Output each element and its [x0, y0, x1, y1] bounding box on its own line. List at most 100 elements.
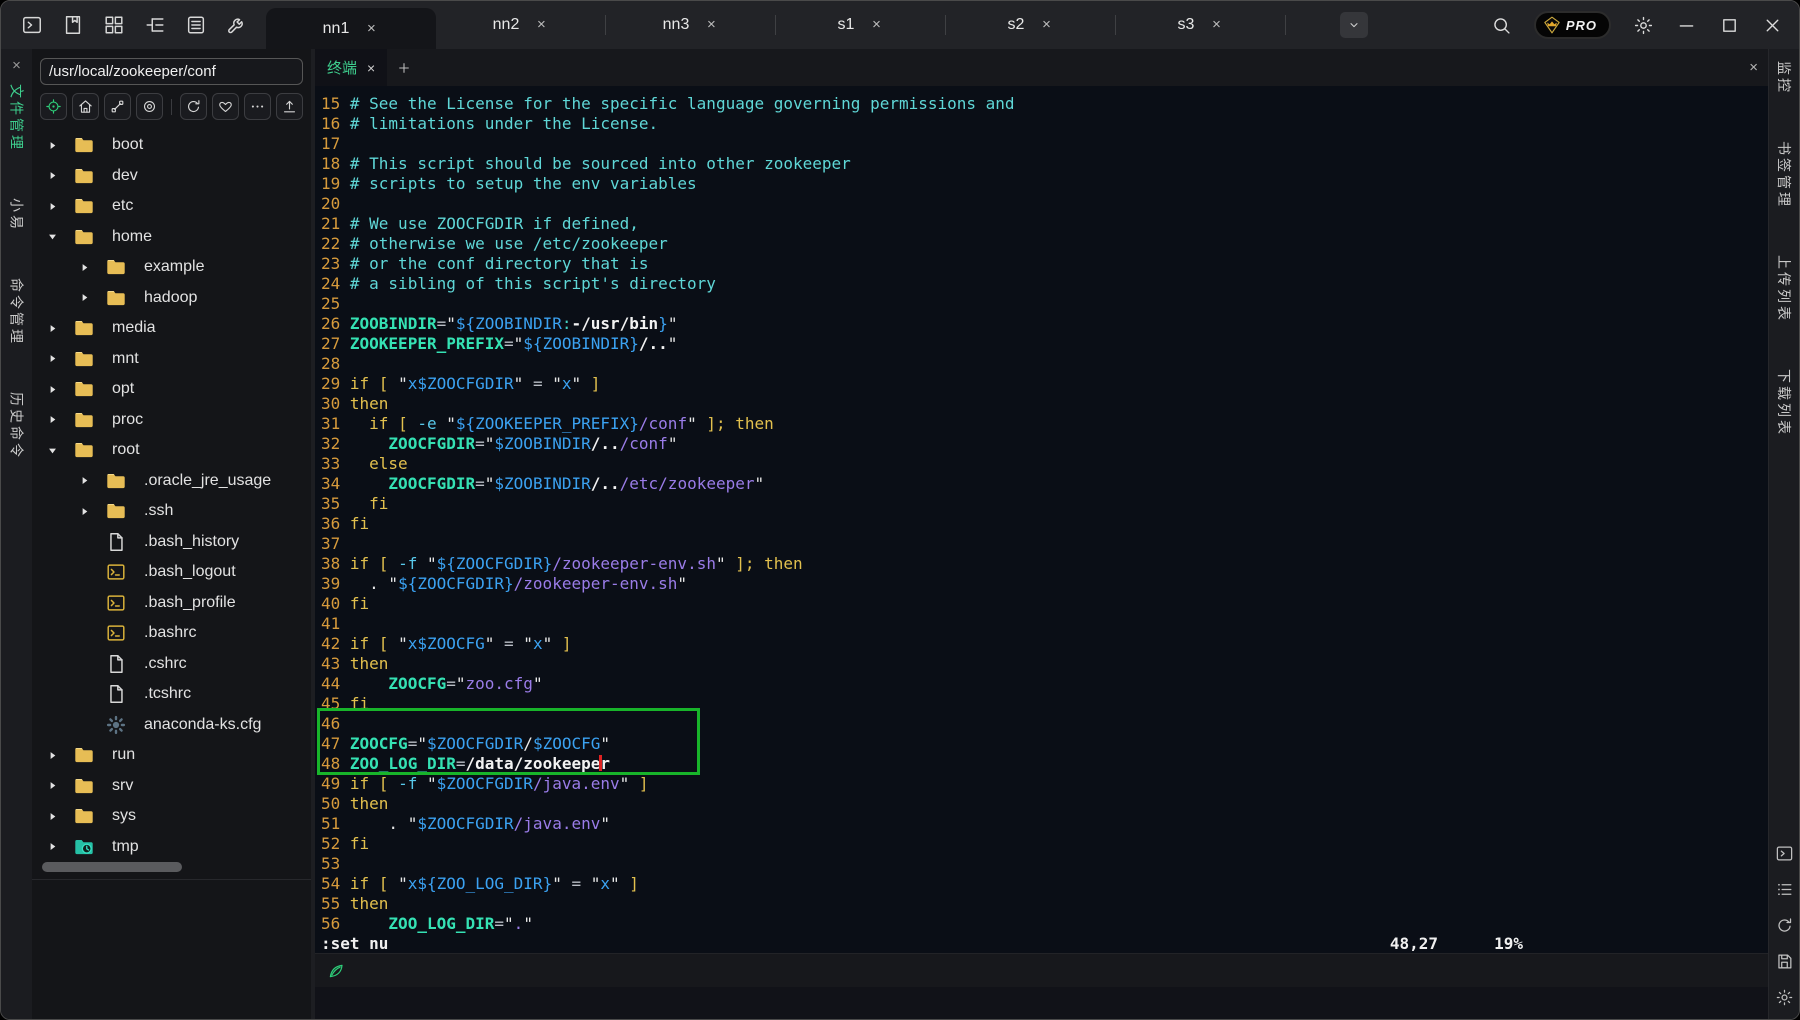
path-input[interactable] [40, 58, 303, 85]
tree-item-.bash_logout[interactable]: .bash_logout [32, 557, 311, 588]
new-terminal-button[interactable] [387, 49, 421, 86]
line-number: 48 [321, 754, 340, 774]
connect-button[interactable] [104, 93, 131, 120]
tree-item-media[interactable]: media [32, 313, 311, 344]
heart-button[interactable] [212, 93, 239, 120]
servers-icon[interactable] [185, 14, 207, 36]
tree-item-mnt[interactable]: mnt [32, 344, 311, 375]
more-button[interactable] [244, 93, 271, 120]
chevron-collapsed-icon[interactable] [45, 351, 60, 366]
topology-icon[interactable] [144, 14, 166, 36]
tree-item-root[interactable]: root [32, 435, 311, 466]
terminal-tab[interactable]: 终端 × [315, 49, 387, 86]
wrench-icon[interactable] [226, 14, 248, 36]
chevron-collapsed-icon[interactable] [45, 321, 60, 336]
panel-close-icon[interactable]: × [12, 57, 21, 74]
chevron-collapsed-icon[interactable] [77, 504, 92, 519]
code-line-35: 35 fi [321, 494, 1768, 514]
tree-item-hadoop[interactable]: hadoop [32, 283, 311, 314]
maximize-button[interactable] [1719, 15, 1740, 36]
chevron-expanded-icon[interactable] [45, 229, 60, 244]
session-tab-close-icon[interactable]: × [703, 17, 719, 33]
tree-item-example[interactable]: example [32, 252, 311, 283]
left-rail-tab[interactable]: 命令管理 [7, 278, 27, 346]
tree-item-sys[interactable]: sys [32, 801, 311, 832]
chevron-collapsed-icon[interactable] [45, 748, 60, 763]
code-line-24: 24# a sibling of this script's directory [321, 274, 1768, 294]
session-tab-close-icon[interactable]: × [1208, 17, 1224, 33]
tree-item-tmp[interactable]: tmp [32, 832, 311, 860]
bookmark-icon[interactable] [62, 14, 84, 36]
locate-button[interactable] [40, 93, 67, 120]
chevron-collapsed-icon[interactable] [45, 839, 60, 854]
chevron-collapsed-icon[interactable] [45, 382, 60, 397]
terminal-area-close-icon[interactable]: × [1749, 59, 1758, 76]
tab-overflow-button[interactable] [1340, 12, 1368, 38]
tree-item-home[interactable]: home [32, 222, 311, 253]
right-rail-tab[interactable]: 书签管理 [1774, 141, 1794, 209]
left-rail-tab[interactable]: 历史命令 [7, 392, 27, 460]
refresh-icon[interactable] [1775, 916, 1794, 935]
gear-icon[interactable] [1775, 988, 1794, 1007]
session-tab-close-icon[interactable]: × [363, 21, 379, 37]
tree-item-opt[interactable]: opt [32, 374, 311, 405]
tree-item-boot[interactable]: boot [32, 130, 311, 161]
tree-item-run[interactable]: run [32, 740, 311, 771]
chevron-collapsed-icon[interactable] [45, 778, 60, 793]
right-rail-tab[interactable]: 上传列表 [1774, 255, 1794, 323]
left-rail-tab[interactable]: 小易 [7, 198, 27, 232]
tree-item-.tcshrc[interactable]: .tcshrc [32, 679, 311, 710]
session-tab-close-icon[interactable]: × [1038, 17, 1054, 33]
tree-item-anaconda-ks.cfg[interactable]: anaconda-ks.cfg [32, 710, 311, 741]
tree-item-.ssh[interactable]: .ssh [32, 496, 311, 527]
session-tab-s3[interactable]: s3× [1116, 1, 1286, 49]
save-icon[interactable] [1775, 952, 1794, 971]
terminal-icon[interactable] [1775, 844, 1794, 863]
tree-item-srv[interactable]: srv [32, 771, 311, 802]
chevron-collapsed-icon[interactable] [45, 809, 60, 824]
settings-gear-icon[interactable] [1633, 15, 1654, 36]
close-window-button[interactable] [1762, 15, 1783, 36]
right-rail-tab[interactable]: 监控 [1774, 61, 1794, 95]
chevron-collapsed-icon[interactable] [77, 260, 92, 275]
scrollbar-thumb[interactable] [42, 862, 182, 872]
chevron-collapsed-icon[interactable] [45, 199, 60, 214]
left-rail-tab[interactable]: 文件管理 [7, 84, 27, 152]
terminal-tab-close-icon[interactable]: × [367, 60, 375, 76]
session-tab-nn3[interactable]: nn3× [606, 1, 776, 49]
layout-icon[interactable] [103, 14, 125, 36]
right-rail-tab[interactable]: 下载列表 [1774, 369, 1794, 437]
home-button[interactable] [72, 93, 99, 120]
chevron-collapsed-icon[interactable] [45, 138, 60, 153]
terminal-screen[interactable]: 15# See the License for the specific lan… [315, 86, 1768, 953]
chevron-collapsed-icon[interactable] [77, 290, 92, 305]
session-tab-close-icon[interactable]: × [868, 17, 884, 33]
session-tab-s1[interactable]: s1× [776, 1, 946, 49]
chevron-expanded-icon[interactable] [45, 443, 60, 458]
minimize-button[interactable] [1676, 15, 1697, 36]
session-tab-s2[interactable]: s2× [946, 1, 1116, 49]
upload-button[interactable] [276, 93, 303, 120]
session-tab-close-icon[interactable]: × [533, 17, 549, 33]
list-icon[interactable] [1775, 880, 1794, 899]
session-tab-nn2[interactable]: nn2× [436, 1, 606, 49]
pro-badge[interactable]: PRO [1534, 11, 1611, 39]
tree-item-.oracle_jre_usage[interactable]: .oracle_jre_usage [32, 466, 311, 497]
tree-item-.bash_history[interactable]: .bash_history [32, 527, 311, 558]
tree-item-etc[interactable]: etc [32, 191, 311, 222]
tree-item-.bashrc[interactable]: .bashrc [32, 618, 311, 649]
tree-item-dev[interactable]: dev [32, 161, 311, 192]
tree-item-proc[interactable]: proc [32, 405, 311, 436]
chevron-collapsed-icon[interactable] [45, 168, 60, 183]
refresh-button[interactable] [180, 93, 207, 120]
chevron-collapsed-icon[interactable] [77, 473, 92, 488]
arrow-placeholder [77, 626, 92, 641]
terminal-icon[interactable] [21, 14, 43, 36]
eye-button[interactable] [136, 93, 163, 120]
search-icon[interactable] [1491, 15, 1512, 36]
chevron-collapsed-icon[interactable] [45, 412, 60, 427]
session-tab-nn1[interactable]: nn1× [266, 8, 436, 49]
tree-item-.bash_profile[interactable]: .bash_profile [32, 588, 311, 619]
tree-item-.cshrc[interactable]: .cshrc [32, 649, 311, 680]
line-number: 52 [321, 834, 340, 854]
